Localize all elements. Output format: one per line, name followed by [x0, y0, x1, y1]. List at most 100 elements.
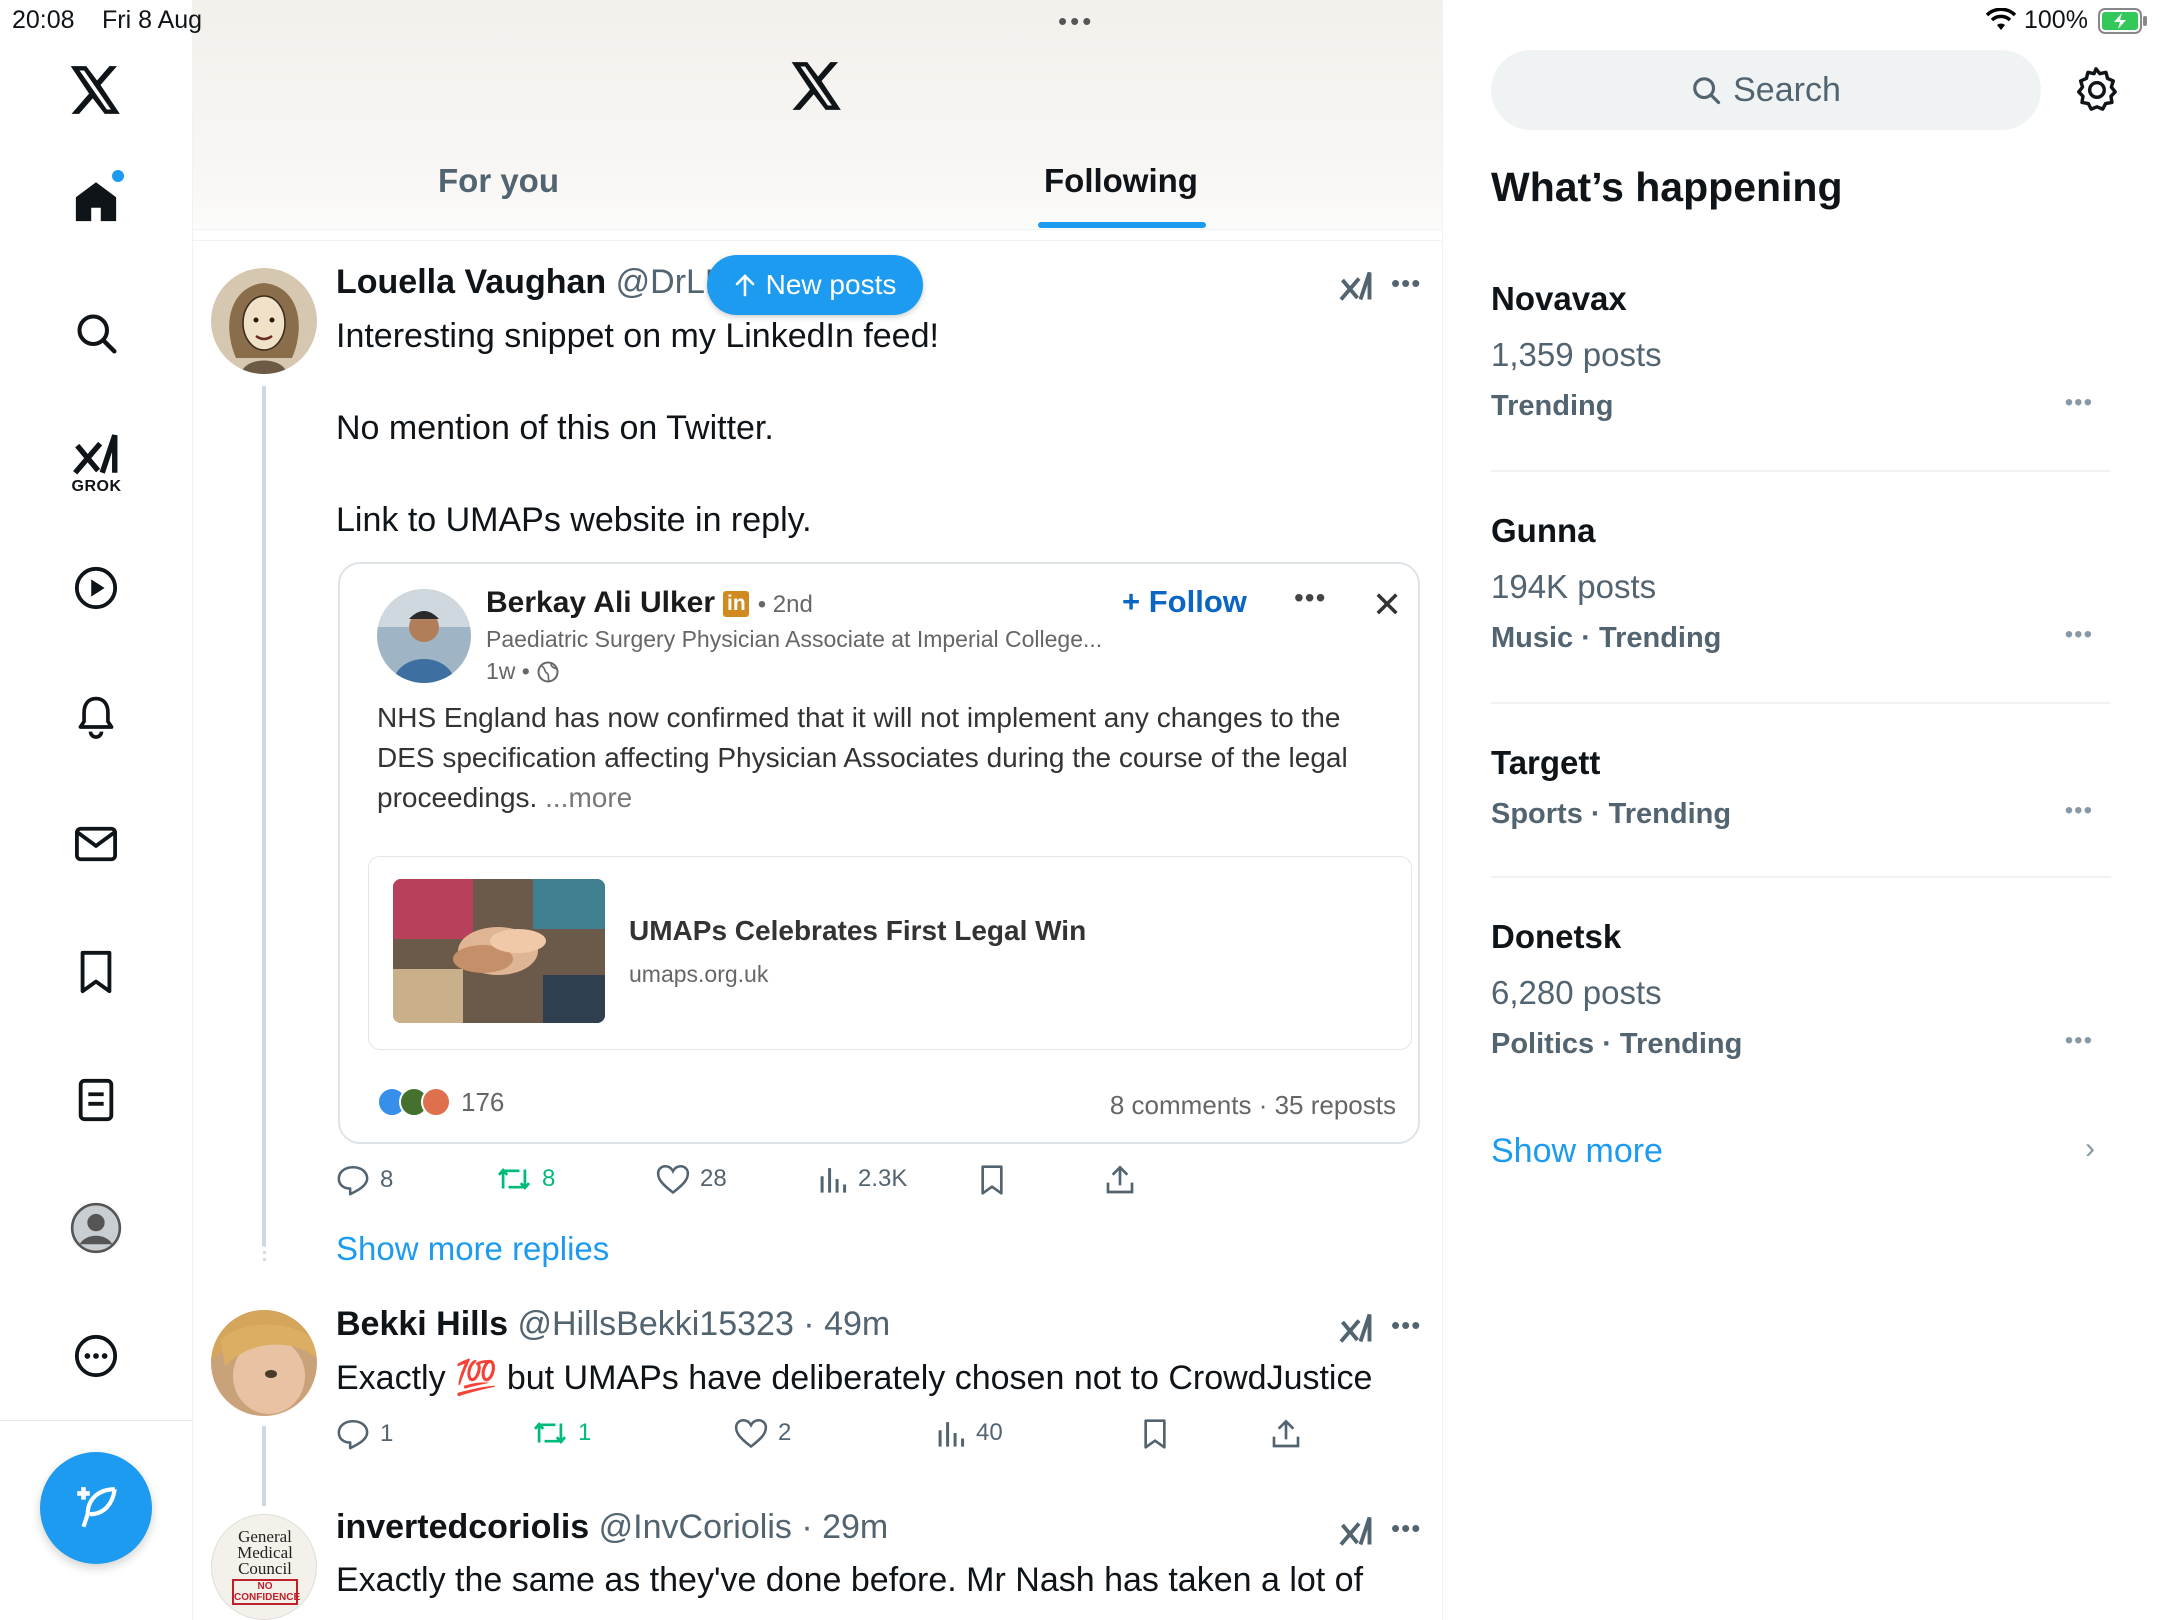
profile-icon[interactable] [58, 1190, 134, 1266]
trend-name: Donetsk [1491, 918, 1622, 955]
battery-percent: 100% [2024, 6, 2088, 34]
like-button[interactable]: 28 [656, 1164, 727, 1194]
messages-icon[interactable] [58, 806, 134, 882]
right-sidebar: Search What’s happening Novavax 1,359 po… [1443, 0, 2160, 1620]
trend-item[interactable]: Novavax 1,359 posts Trending ••• [1491, 280, 2111, 423]
show-more-link[interactable]: Show more [1491, 1132, 1663, 1171]
post-author[interactable]: Bekki Hills @HillsBekki15323 · 49m [336, 1305, 890, 1344]
grok-icon[interactable] [1338, 268, 1374, 309]
embedded-image[interactable]: Berkay Ali Ulker in • 2nd Paediatric Sur… [338, 562, 1420, 1144]
post-author[interactable]: invertedcoriolis @InvCoriolis · 29m [336, 1508, 888, 1547]
avatar[interactable]: General Medical Council NO CONFIDENCE [211, 1514, 317, 1620]
embed-link-thumbnail [393, 879, 605, 1023]
tab-following[interactable]: Following [1044, 162, 1198, 200]
reply-button[interactable]: 1 [336, 1418, 393, 1450]
embed-follow-label: Follow [1148, 584, 1247, 619]
post-text: Exactly the same as they've done before.… [336, 1561, 1364, 1599]
repost-button[interactable]: 1 [532, 1418, 591, 1448]
video-icon[interactable] [58, 550, 134, 626]
more-options-icon[interactable]: ••• [1391, 268, 1421, 299]
view-count: 2.3K [858, 1165, 908, 1192]
multitasking-dots-icon[interactable]: ••• [1058, 6, 1094, 37]
linkedin-badge-icon: in [723, 591, 750, 617]
trend-item[interactable]: Targett Sports · Trending ••• [1491, 744, 2111, 831]
views-icon [938, 1422, 965, 1447]
trend-category: Politics · Trending [1491, 1028, 1743, 1060]
trend-more-icon[interactable]: ••• [2065, 389, 2093, 417]
reply-count: 1 [380, 1420, 394, 1447]
embed-connection-degree: • 2nd [757, 591, 813, 618]
more-options-icon[interactable]: ••• [1391, 1513, 1421, 1544]
share-button[interactable] [1104, 1164, 1136, 1196]
author-handle-time[interactable]: @InvCoriolis · 29m [599, 1508, 889, 1546]
avatar-text-line: CONFIDENCE [234, 1592, 301, 1603]
bookmark-button[interactable] [978, 1164, 1006, 1196]
embed-link-domain: umaps.org.uk [629, 961, 769, 987]
divider [1491, 470, 2111, 472]
grok-icon[interactable] [1338, 1310, 1374, 1351]
avatar[interactable] [211, 268, 317, 374]
embed-more-icon: ••• [1294, 582, 1327, 613]
embed-more-link: ...more [545, 782, 633, 813]
like-count: 28 [700, 1165, 727, 1192]
new-posts-button[interactable]: New posts [707, 255, 923, 315]
divider [193, 240, 1442, 241]
left-nav: GROK [0, 0, 193, 1620]
repost-button[interactable]: 8 [496, 1164, 555, 1194]
search-input[interactable]: Search [1491, 50, 2041, 130]
embed-reactions: 176 [377, 1086, 504, 1118]
post-actions: 1 1 2 40 [336, 1418, 1376, 1458]
tab-for-you[interactable]: For you [438, 162, 559, 200]
repost-count: 1 [578, 1419, 592, 1446]
more-icon[interactable] [58, 1318, 134, 1394]
lists-icon[interactable] [58, 1062, 134, 1138]
share-button[interactable] [1270, 1418, 1302, 1450]
status-date: Fri 8 Aug [102, 6, 203, 34]
views-button[interactable]: 2.3K [818, 1164, 907, 1194]
post-author[interactable]: Louella Vaughan @DrLK [336, 263, 728, 302]
author-name[interactable]: invertedcoriolis [336, 1508, 589, 1546]
search-icon[interactable] [58, 295, 134, 371]
grok-icon[interactable] [1338, 1513, 1374, 1554]
views-button[interactable]: 40 [936, 1418, 1003, 1448]
divider [1491, 876, 2111, 878]
x-logo-icon[interactable] [58, 52, 134, 128]
author-name[interactable]: Louella Vaughan [336, 263, 606, 301]
trend-item[interactable]: Donetsk 6,280 posts Politics · Trending … [1491, 918, 2111, 1061]
arrow-up-icon [735, 274, 754, 297]
compose-button[interactable] [40, 1452, 152, 1564]
bookmarks-icon[interactable] [58, 934, 134, 1010]
whats-happening-title: What’s happening [1491, 164, 1843, 210]
repost-icon [497, 1168, 531, 1190]
share-icon [1272, 1419, 1300, 1448]
notifications-icon[interactable] [58, 678, 134, 754]
gear-icon[interactable] [2073, 66, 2119, 117]
bookmark-icon [1144, 1419, 1166, 1449]
thread-line [262, 1426, 266, 1506]
divider [1491, 702, 2111, 704]
author-name[interactable]: Bekki Hills [336, 1305, 508, 1343]
post-text-line: Interesting snippet on my LinkedIn feed! [336, 317, 939, 355]
trend-more-icon[interactable]: ••• [2065, 797, 2093, 825]
chevron-right-icon[interactable]: › [2085, 1132, 2095, 1166]
embed-author-name: Berkay Ali Ulker [486, 586, 716, 619]
embed-time: 1w • [486, 658, 560, 685]
home-icon[interactable] [58, 164, 134, 240]
embed-author-avatar [377, 589, 471, 683]
like-button[interactable]: 2 [734, 1418, 791, 1448]
trend-category: Sports · Trending [1491, 798, 1732, 830]
avatar[interactable] [211, 1310, 317, 1416]
share-icon [1106, 1165, 1134, 1194]
like-count: 2 [778, 1419, 792, 1446]
show-more-replies-link[interactable]: Show more replies [336, 1230, 609, 1268]
grok-label: GROK [71, 478, 122, 495]
more-options-icon[interactable]: ••• [1391, 1310, 1421, 1341]
trend-item[interactable]: Gunna 194K posts Music · Trending ••• [1491, 512, 2111, 655]
trend-more-icon[interactable]: ••• [2065, 1027, 2093, 1055]
bookmark-button[interactable] [1141, 1418, 1169, 1450]
plus-icon: + [1122, 584, 1141, 619]
trend-more-icon[interactable]: ••• [2065, 621, 2093, 649]
author-handle-time[interactable]: @HillsBekki15323 · 49m [517, 1305, 890, 1343]
post-text-start: Exactly [336, 1359, 456, 1397]
reply-button[interactable]: 8 [336, 1164, 393, 1196]
